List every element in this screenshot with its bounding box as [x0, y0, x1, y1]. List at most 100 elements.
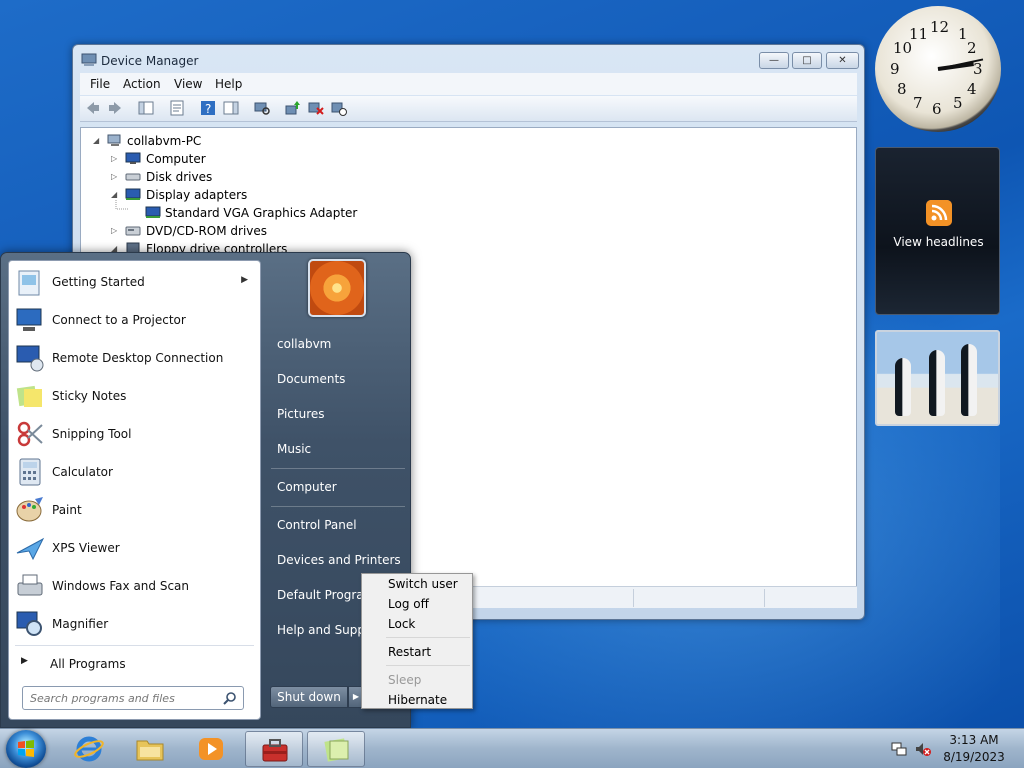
back-arrow-icon[interactable] — [85, 100, 101, 116]
search-programs-input[interactable]: Search programs and files — [22, 686, 244, 710]
start-item-label: Remote Desktop Connection — [52, 351, 224, 365]
menu-help[interactable]: Help — [215, 77, 242, 91]
uninstall-icon[interactable] — [308, 100, 324, 116]
start-item-remote-desktop[interactable]: Remote Desktop Connection — [9, 339, 260, 377]
menu-item-hibernate[interactable]: Hibernate — [388, 693, 447, 707]
show-hide-console-tree-icon[interactable] — [138, 100, 154, 116]
start-item-label: Magnifier — [52, 617, 109, 631]
folder-icon — [136, 740, 164, 761]
start-right-control-panel[interactable]: Control Panel — [277, 518, 357, 532]
start-right-computer[interactable]: Computer — [277, 480, 337, 494]
network-icon[interactable] — [891, 741, 907, 757]
taskbar-internet-explorer[interactable] — [60, 731, 118, 767]
menu-separator — [386, 637, 470, 638]
start-item-label: Windows Fax and Scan — [52, 579, 190, 593]
expand-arrow-icon[interactable]: ▷ — [111, 226, 117, 235]
feed-headlines-gadget[interactable]: View headlines — [875, 147, 1000, 315]
menu-item-restart[interactable]: Restart — [388, 645, 431, 659]
start-item-label: Calculator — [52, 465, 113, 479]
start-item-getting-started[interactable]: Getting Started ▶ — [9, 263, 260, 301]
view-headlines-label[interactable]: View headlines — [876, 235, 1001, 249]
start-item-magnifier[interactable]: Magnifier — [9, 605, 260, 643]
tree-root-label: collabvm-PC — [127, 134, 202, 148]
start-item-label: Getting Started — [52, 275, 145, 289]
start-item-fax-scan[interactable]: Windows Fax and Scan — [9, 567, 260, 605]
getting-started-icon — [18, 270, 40, 296]
properties-icon[interactable] — [169, 100, 185, 116]
clock-time[interactable]: 3:13 AM — [936, 733, 1012, 747]
search-icon[interactable] — [223, 691, 237, 705]
clock-date[interactable]: 8/19/2023 — [936, 750, 1012, 764]
clock-number: 9 — [890, 60, 900, 78]
user-avatar[interactable] — [308, 259, 366, 317]
scan-hardware-icon[interactable] — [254, 100, 270, 116]
tree-node-label: Disk drives — [146, 170, 213, 184]
sticky-notes-icon — [16, 385, 42, 407]
start-item-sticky-notes[interactable]: Sticky Notes — [9, 377, 260, 415]
window-title: Device Manager — [101, 54, 199, 68]
start-right-devices-printers[interactable]: Devices and Printers — [277, 553, 401, 567]
internet-explorer-icon — [74, 736, 104, 762]
menu-item-lock[interactable]: Lock — [388, 617, 415, 631]
menu-item-switch-user[interactable]: Switch user — [388, 577, 458, 591]
slideshow-gadget[interactable] — [875, 330, 1000, 426]
menu-item-log-off[interactable]: Log off — [388, 597, 429, 611]
start-item-xps-viewer[interactable]: XPS Viewer — [9, 529, 260, 567]
start-item-paint[interactable]: Paint — [9, 491, 260, 529]
show-hide-action-pane-icon[interactable] — [223, 100, 239, 116]
start-right-pictures[interactable]: Pictures — [277, 407, 325, 421]
title-bar[interactable]: Device Manager — □ ✕ — [73, 45, 864, 75]
minimize-button[interactable]: — — [759, 52, 789, 69]
forward-arrow-icon[interactable] — [107, 100, 123, 116]
projector-icon — [16, 308, 42, 331]
clock-number: 5 — [953, 94, 963, 112]
disk-drive-icon — [125, 173, 141, 181]
clock-number: 4 — [967, 80, 977, 98]
start-right-music[interactable]: Music — [277, 442, 311, 456]
volume-muted-icon[interactable] — [915, 741, 931, 757]
start-right-documents[interactable]: Documents — [277, 372, 345, 386]
sticky-notes-icon — [324, 738, 349, 762]
menu-file[interactable]: File — [90, 77, 110, 91]
taskbar-windows-explorer[interactable] — [121, 731, 179, 767]
taskbar-media-player[interactable] — [182, 731, 240, 767]
enable-device-icon[interactable] — [331, 100, 347, 116]
taskbar-sticky-notes[interactable] — [307, 731, 365, 767]
clock-number: 6 — [932, 100, 942, 118]
start-right-divider — [271, 468, 405, 469]
shutdown-button[interactable]: Shut down — [270, 686, 348, 708]
clock-number: 11 — [909, 25, 929, 43]
clock-number: 7 — [913, 94, 923, 112]
start-right-user[interactable]: collabvm — [277, 337, 331, 351]
collapse-arrow-icon[interactable]: ◢ — [93, 136, 99, 145]
collapse-arrow-icon[interactable]: ◢ — [111, 190, 117, 199]
penguin-shape — [929, 350, 945, 416]
windows-logo-icon — [18, 740, 34, 757]
shutdown-options-menu: Switch user Log off Lock Restart Sleep H… — [361, 573, 473, 709]
start-item-snipping-tool[interactable]: Snipping Tool — [9, 415, 260, 453]
expand-arrow-icon[interactable]: ▷ — [111, 154, 117, 163]
start-button[interactable] — [6, 730, 46, 768]
menu-view[interactable]: View — [174, 77, 202, 91]
xps-viewer-icon — [16, 537, 45, 561]
expand-arrow-icon[interactable]: ▷ — [111, 172, 117, 181]
menu-action[interactable]: Action — [123, 77, 161, 91]
taskbar-device-manager[interactable] — [245, 731, 303, 767]
start-item-connect-projector[interactable]: Connect to a Projector — [9, 301, 260, 339]
taskbar: 3:13 AM 8/19/2023 — [0, 728, 1024, 768]
start-item-label: Sticky Notes — [52, 389, 127, 403]
fax-icon — [17, 574, 43, 596]
maximize-button[interactable]: □ — [792, 52, 822, 69]
update-driver-icon[interactable] — [285, 100, 301, 116]
help-icon[interactable]: ? — [200, 100, 216, 116]
toolbar: ? — [80, 96, 857, 122]
calculator-icon — [19, 458, 41, 486]
clock-number: 3 — [973, 60, 983, 78]
monitor-icon — [125, 152, 141, 164]
all-programs-arrow-icon: ▶ — [21, 656, 28, 666]
start-item-calculator[interactable]: Calculator — [9, 453, 260, 491]
clock-gadget[interactable]: 12 1 2 3 4 5 6 7 8 9 10 11 — [875, 6, 1001, 132]
all-programs-button[interactable]: ▶ All Programs — [9, 651, 260, 675]
clock-number: 8 — [897, 80, 907, 98]
close-button[interactable]: ✕ — [826, 52, 859, 69]
